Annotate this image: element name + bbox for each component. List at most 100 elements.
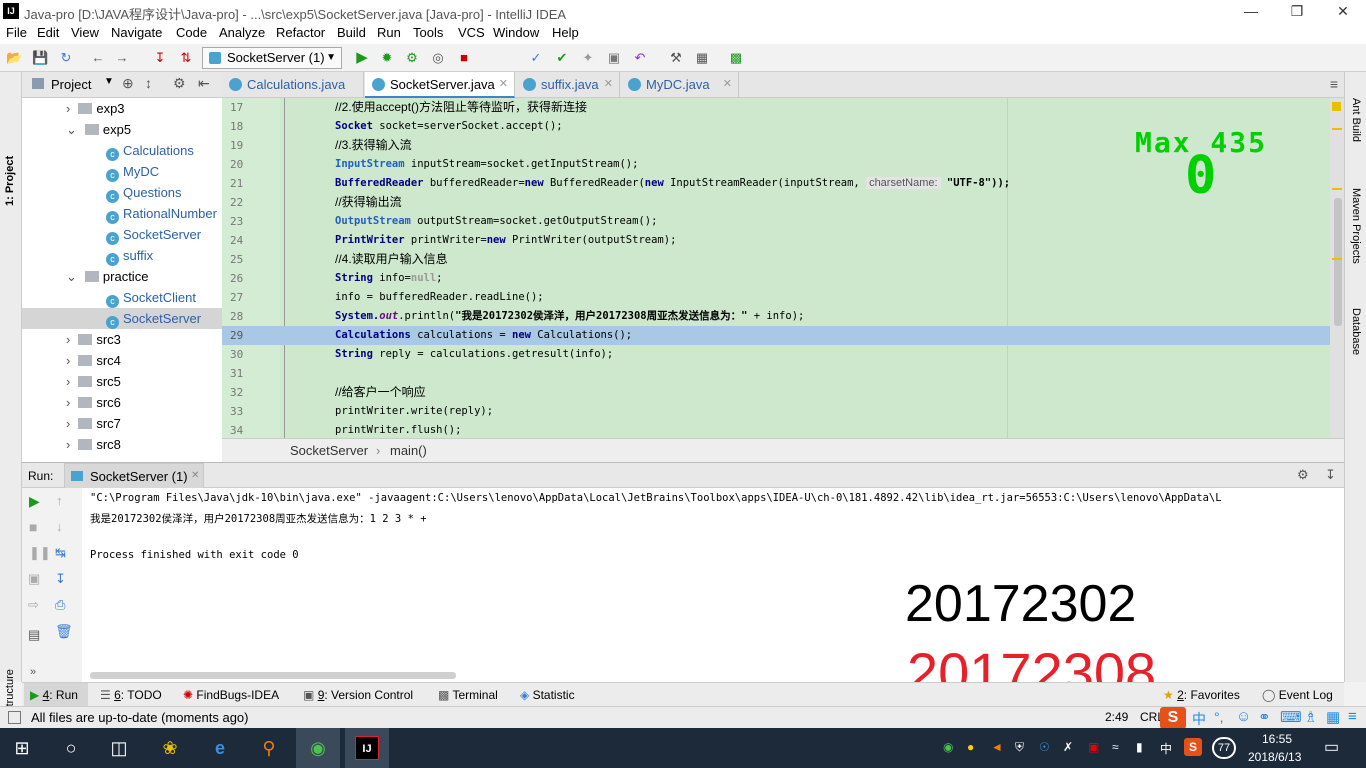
menu-analyze[interactable]: Analyze	[219, 25, 265, 40]
ime-emoji-icon[interactable]: ☺	[1236, 708, 1251, 725]
project-structure-icon[interactable]: ▦	[694, 50, 710, 66]
exit-icon[interactable]: ⇨	[28, 597, 39, 613]
tool-tab-statistic[interactable]: ◈ Statistic	[520, 688, 575, 702]
vcs-history-icon[interactable]: ▣	[606, 50, 622, 66]
vcs-update-icon[interactable]: ✓	[528, 50, 544, 66]
caret-position[interactable]: 2:49	[1105, 710, 1128, 724]
settings-icon[interactable]: ⚒	[668, 50, 684, 66]
menu-refactor[interactable]: Refactor	[276, 25, 325, 40]
tool-tab-todo[interactable]: ☰ 6: TODO	[100, 688, 162, 702]
toggle-tool-windows-icon[interactable]	[8, 711, 21, 724]
tree-class-socketserver[interactable]: c SocketServer	[106, 224, 201, 245]
menu-tools[interactable]: Tools	[413, 25, 443, 40]
tool-tab-event-log[interactable]: ◯ Event Log	[1262, 688, 1333, 702]
ime-tools-icon[interactable]: ▦	[1326, 708, 1340, 726]
tool-tab-terminal[interactable]: ▩ Terminal	[438, 688, 498, 702]
scroll-to-end-icon[interactable]: ↧	[55, 571, 66, 587]
tab-socketserver-java[interactable]: SocketServer.java ✕	[365, 72, 515, 98]
plugin-icon[interactable]: ▩	[728, 50, 744, 66]
menu-edit[interactable]: Edit	[37, 25, 59, 40]
ime-lang-icon[interactable]: 中	[1192, 709, 1206, 729]
tree-folder-practice[interactable]: ⌄ practice	[66, 266, 148, 287]
run-config-dropdown[interactable]: SocketServer (1) ▼	[202, 47, 342, 69]
gear-icon[interactable]: ⚙	[173, 75, 186, 92]
menu-code[interactable]: Code	[176, 25, 207, 40]
tab-calculations-java[interactable]: Calculations.java	[222, 72, 364, 98]
chevron-down-icon[interactable]: ▼	[104, 76, 114, 87]
tree-folder-exp3[interactable]: › exp3	[66, 98, 125, 119]
ant-build-tab[interactable]: Ant Build	[1350, 98, 1362, 142]
vcs-commit-icon[interactable]: ✔	[554, 50, 570, 66]
tray-badge[interactable]: 77	[1212, 737, 1236, 759]
project-panel-title[interactable]: Project	[51, 77, 91, 92]
sync-icon[interactable]: ↻	[58, 50, 74, 66]
collapse-icon[interactable]: ↕	[145, 75, 152, 91]
soft-wrap-icon[interactable]: ↹	[55, 545, 66, 561]
close-icon[interactable]: ✕	[1320, 0, 1366, 23]
menu-file[interactable]: File	[6, 25, 27, 40]
warning-marker[interactable]	[1332, 188, 1342, 190]
tray-language-label[interactable]: 中	[1160, 740, 1172, 757]
gear-icon[interactable]: ⚙	[1297, 467, 1309, 483]
warning-marker[interactable]	[1332, 128, 1342, 130]
close-tab-icon[interactable]: ✕	[191, 470, 199, 481]
ime-voice-icon[interactable]: ⚭	[1258, 708, 1271, 726]
minimize-icon[interactable]: —	[1228, 0, 1274, 23]
intellij-taskbar-icon[interactable]: IJ	[355, 736, 379, 760]
open-folder-icon[interactable]: 📂	[6, 50, 22, 66]
tab-list-icon[interactable]: ≡	[1330, 76, 1338, 92]
tree-folder-src3[interactable]: › src3	[66, 329, 121, 350]
close-tab-icon[interactable]: ✕	[723, 72, 732, 97]
menu-vcs[interactable]: VCS	[458, 25, 485, 40]
build-icon[interactable]: ↧	[152, 50, 168, 66]
menu-view[interactable]: View	[71, 25, 99, 40]
menu-run[interactable]: Run	[377, 25, 401, 40]
debug-icon[interactable]: ✹	[379, 50, 395, 66]
cortana-icon[interactable]: ○	[59, 736, 83, 760]
tray-sogou-icon[interactable]: S	[1184, 738, 1202, 756]
tool-tab-version-control[interactable]: ▣ 9: Version Control	[303, 688, 413, 702]
tool-tab-findbugs[interactable]: ✺ FindBugs-IDEA	[183, 688, 279, 702]
tray-battery-icon[interactable]: ▮	[1136, 740, 1143, 754]
ime-punct-icon[interactable]: °,	[1214, 709, 1224, 725]
save-icon[interactable]: 💾	[32, 50, 48, 66]
run-tab-socketserver[interactable]: SocketServer (1) ✕	[64, 463, 204, 489]
tray-qq-icon[interactable]: ●	[967, 740, 974, 754]
tree-folder-src5[interactable]: › src5	[66, 371, 121, 392]
scroll-thumb[interactable]	[1334, 198, 1342, 326]
back-icon[interactable]: ←	[90, 50, 106, 66]
tray-security-icon[interactable]: ⛨	[1015, 740, 1024, 755]
tree-folder-src7[interactable]: › src7	[66, 413, 121, 434]
tree-class-socketclient[interactable]: c SocketClient	[106, 287, 196, 308]
tray-shield-icon[interactable]: ☉	[1039, 740, 1050, 754]
warning-marker[interactable]	[1332, 258, 1342, 260]
tray-wifi-icon[interactable]: ≈	[1112, 740, 1119, 754]
search-app-icon[interactable]: ⚲	[257, 736, 281, 760]
camera-icon[interactable]: ▣	[28, 571, 40, 587]
tree-class-mydc[interactable]: c MyDC	[106, 161, 159, 182]
notification-icon[interactable]: ▭	[1324, 737, 1339, 757]
tree-folder-exp5[interactable]: ⌄ exp5	[66, 119, 131, 140]
forward-icon[interactable]: →	[114, 50, 130, 66]
menu-navigate[interactable]: Navigate	[111, 25, 162, 40]
tree-class-questions[interactable]: c Questions	[106, 182, 182, 203]
trash-icon[interactable]: 🗑	[55, 623, 73, 640]
tray-speaker-app-icon[interactable]: ◄	[991, 740, 1003, 754]
menu-window[interactable]: Window	[493, 25, 539, 40]
tree-class-rationalnumber[interactable]: c RationalNumber	[106, 203, 217, 224]
coverage-icon[interactable]: ⚙	[404, 50, 420, 66]
revert-icon[interactable]: ↶	[632, 50, 648, 66]
breadcrumb-class[interactable]: SocketServer	[290, 443, 368, 458]
tool-tab-run[interactable]: ▶ 4: Run	[30, 688, 78, 702]
vcs-compare-icon[interactable]: ✦	[580, 50, 596, 66]
close-tab-icon[interactable]: ✕	[499, 72, 508, 97]
tab-suffix-java[interactable]: suffix.java ✕	[516, 72, 620, 98]
edge-browser-icon[interactable]: e	[208, 736, 232, 760]
clock-time[interactable]: 16:55	[1262, 732, 1292, 746]
warning-indicator-icon[interactable]	[1332, 102, 1341, 111]
stop-icon[interactable]: ■	[29, 519, 37, 535]
rerun-icon[interactable]: ▶	[29, 493, 40, 510]
horizontal-scroll-thumb[interactable]	[90, 672, 456, 679]
scroll-down-icon[interactable]: ↓	[56, 519, 63, 534]
hide-panel-icon[interactable]: ⇤	[198, 75, 210, 92]
